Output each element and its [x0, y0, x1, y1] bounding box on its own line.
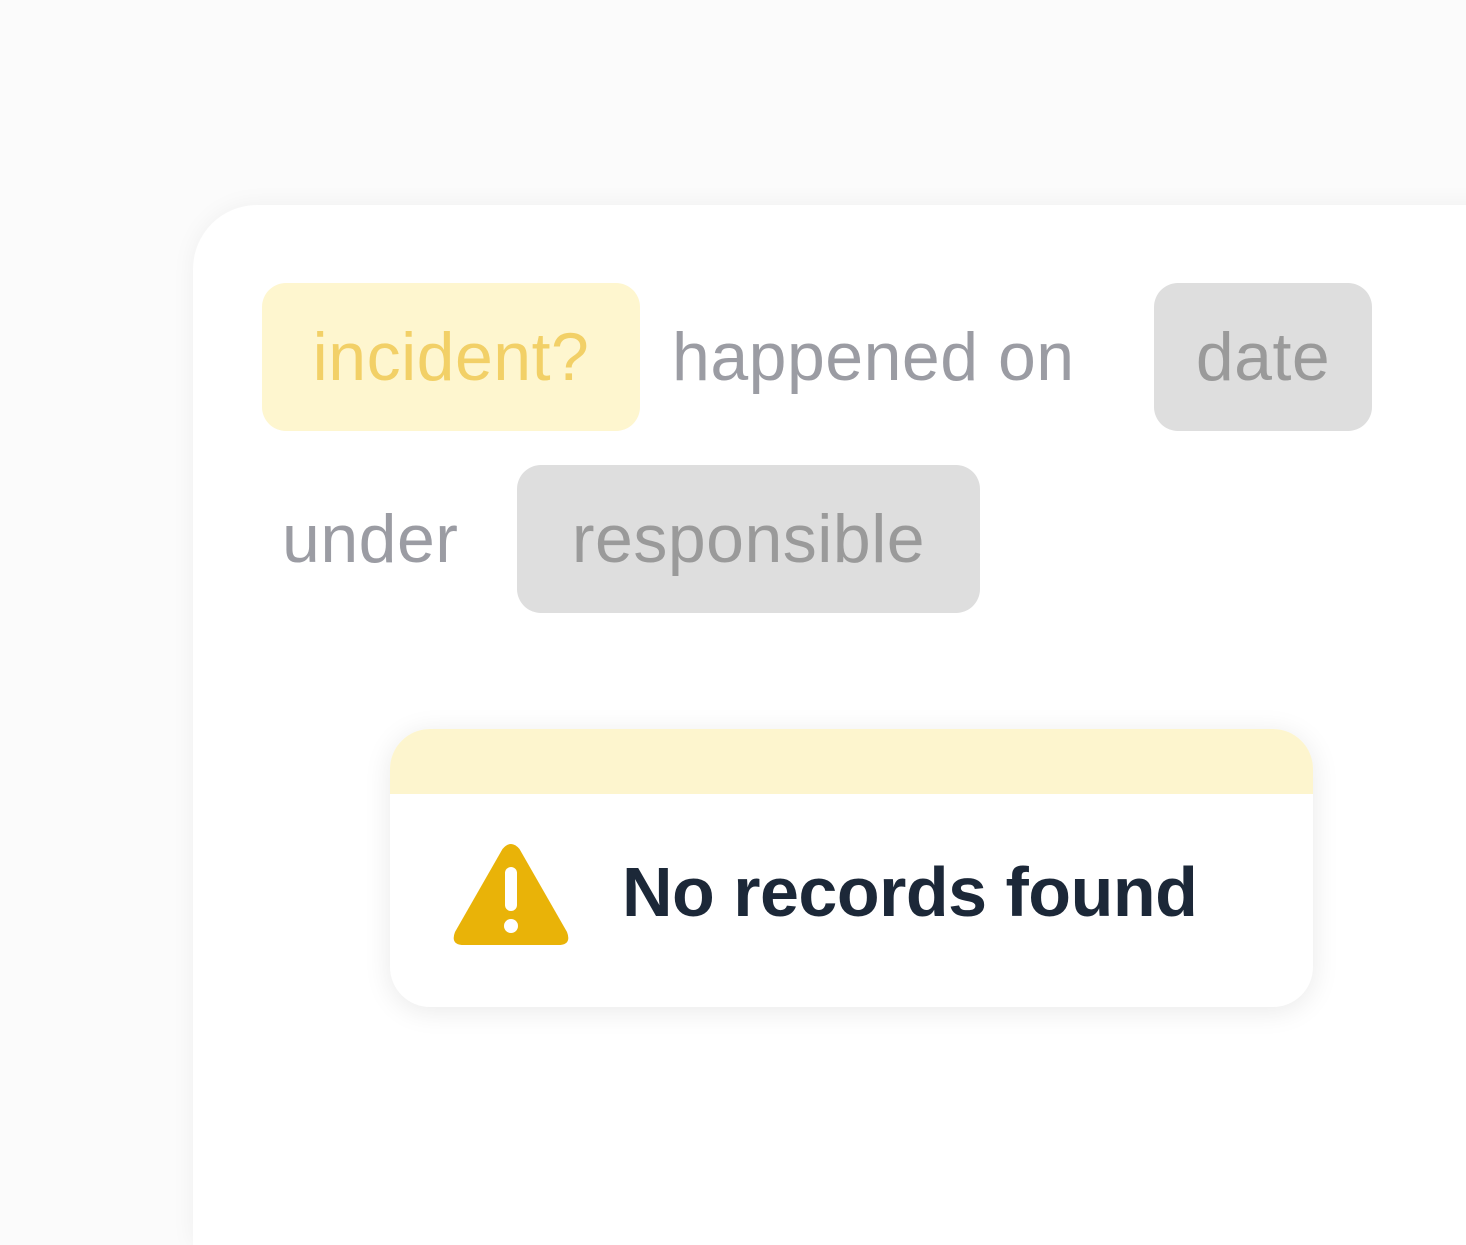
under-text: under	[282, 501, 459, 577]
incident-chip-label: incident?	[312, 319, 590, 395]
popup-header-bar	[390, 729, 1313, 794]
warning-triangle-icon	[453, 844, 569, 945]
responsible-chip-label: responsible	[571, 501, 926, 577]
date-chip-label: date	[1195, 319, 1331, 395]
happened-on-text: happened on	[672, 319, 1075, 395]
date-chip[interactable]: date	[1154, 283, 1372, 431]
responsible-chip[interactable]: responsible	[517, 465, 980, 613]
incident-chip[interactable]: incident?	[262, 283, 640, 431]
no-records-message: No records found	[622, 853, 1198, 931]
